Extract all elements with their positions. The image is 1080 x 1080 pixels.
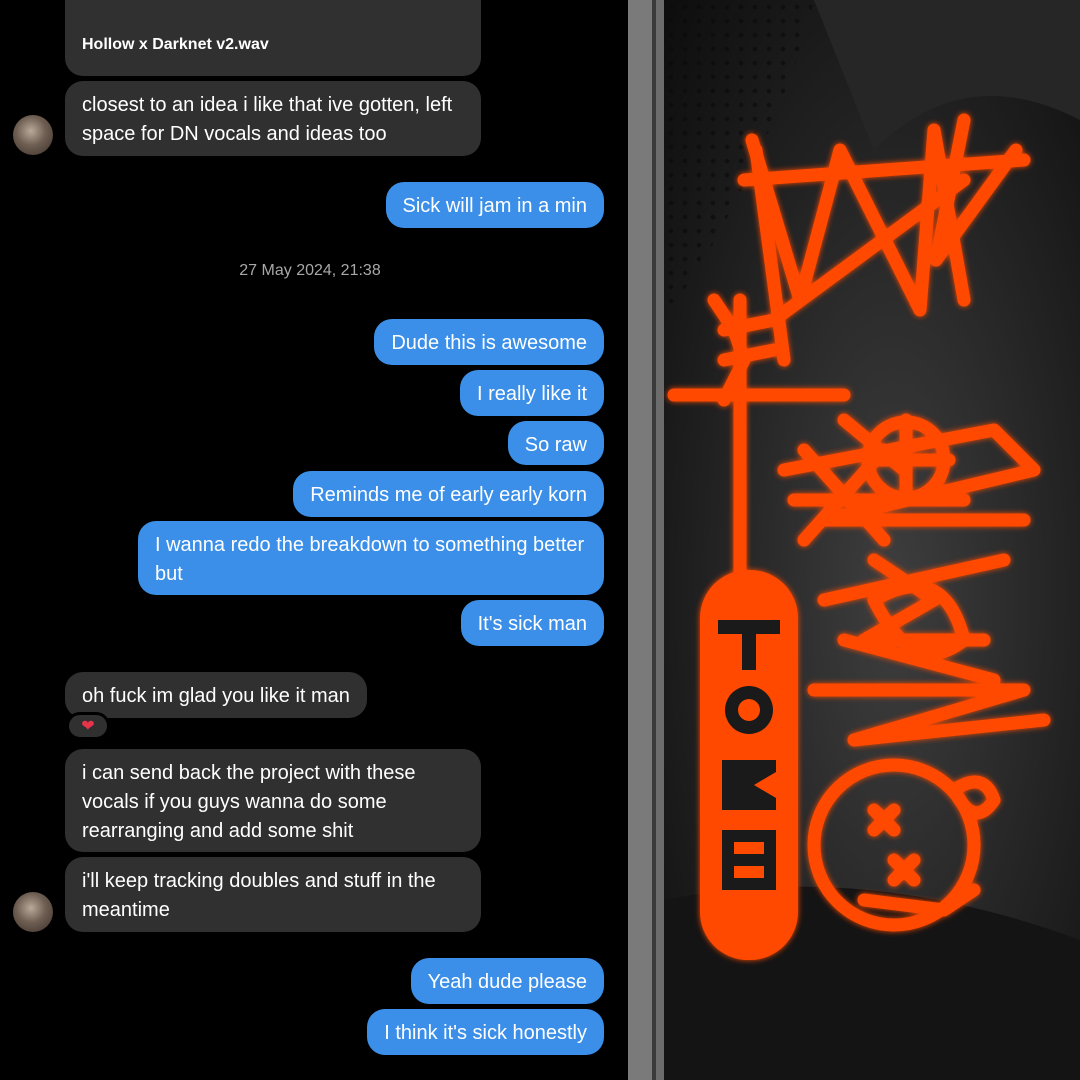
message-outgoing[interactable]: Yeah dude please [410, 958, 604, 1004]
message-incoming[interactable]: i can send back the project with these v… [65, 749, 481, 852]
file-name: Hollow x Darknet v2.wav [82, 36, 269, 53]
message-outgoing[interactable]: I wanna redo the breakdown to something … [138, 521, 604, 595]
audio-file-attachment[interactable]: Hollow x Darknet v2.wav [65, 0, 481, 76]
message-outgoing[interactable]: It's sick man [460, 600, 604, 646]
timestamp: 27 May 2024, 21:38 [239, 262, 381, 279]
heart-icon: ❤ [81, 718, 95, 735]
message-outgoing[interactable]: I think it's sick honestly [367, 1009, 604, 1055]
panel-divider [628, 0, 664, 1080]
message-outgoing[interactable]: So raw [507, 421, 604, 465]
avatar[interactable] [13, 892, 53, 932]
message-outgoing[interactable]: Sick will jam in a min [385, 182, 604, 228]
message-outgoing[interactable]: I really like it [459, 370, 604, 416]
heart-reaction[interactable]: ❤ [66, 712, 110, 740]
message-outgoing[interactable]: Dude this is awesome [374, 319, 604, 365]
chat-thread: Hollow x Darknet v2.wav closest to an id… [0, 0, 628, 1080]
message-outgoing[interactable]: Reminds me of early early korn [293, 471, 604, 517]
avatar[interactable] [13, 115, 53, 155]
tomb-logo-graphic [664, 0, 1080, 1080]
message-incoming[interactable]: i'll keep tracking doubles and stuff in … [65, 857, 481, 932]
tomb-logo-artwork [664, 0, 1080, 1080]
message-incoming[interactable]: oh fuck im glad you like it man [65, 672, 367, 718]
message-incoming[interactable]: closest to an idea i like that ive gotte… [65, 81, 481, 156]
